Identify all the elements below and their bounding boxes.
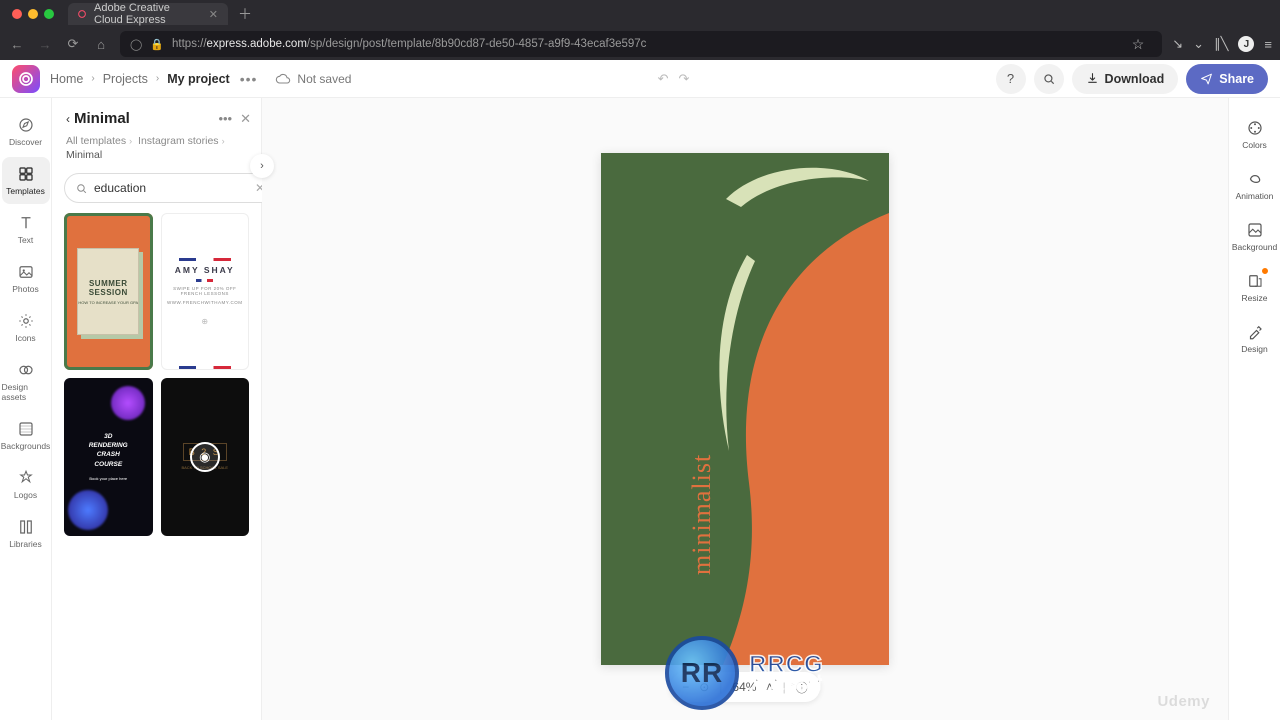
tab-bar: Adobe Creative Cloud Express ✕ ＋ [0, 0, 1280, 28]
search-input[interactable]: ✕ [64, 173, 276, 203]
notification-dot-icon [1261, 267, 1269, 275]
zoom-info-icon[interactable]: ⓘ [796, 679, 808, 696]
more-options-icon[interactable]: ••• [240, 71, 258, 87]
help-button[interactable]: ? [996, 64, 1026, 94]
crumb-all[interactable]: All templates [66, 135, 126, 147]
template-card[interactable]: 3D RENDERING CRASH COURSE Book your plac… [64, 378, 153, 535]
search-icon [75, 182, 88, 195]
share-icon [1200, 72, 1213, 85]
panel-close-icon[interactable]: ✕ [240, 111, 251, 127]
rail-backgrounds[interactable]: Backgrounds [2, 412, 50, 459]
tab-title: Adobe Creative Cloud Express [94, 2, 195, 26]
rail-design-assets[interactable]: Design assets [2, 353, 50, 410]
rail-photos[interactable]: Photos [2, 255, 50, 302]
crumb-current: Minimal [66, 149, 247, 161]
profile-avatar[interactable]: J [1238, 36, 1254, 52]
redo-button[interactable]: ↷ [679, 71, 690, 87]
rail-templates[interactable]: Templates [2, 157, 50, 204]
tab-close-icon[interactable]: ✕ [209, 8, 218, 21]
rr-resize[interactable]: Resize [1231, 263, 1279, 312]
rail-icons[interactable]: Icons [2, 304, 50, 351]
forward-button[interactable]: → [36, 37, 54, 52]
panel-breadcrumb: All templates› Instagram stories› Minima… [52, 133, 261, 163]
collapse-panel-button[interactable]: › [250, 154, 274, 178]
app-logo[interactable] [12, 65, 40, 93]
undo-redo: ↶ ↷ [658, 71, 690, 87]
minimize-window-icon[interactable] [28, 9, 38, 19]
preview-icon[interactable]: ◉ [190, 442, 220, 472]
home-button[interactable]: ⌂ [92, 37, 110, 52]
panel-back-icon[interactable]: ‹ [66, 112, 70, 126]
brush-stroke [711, 253, 759, 453]
rail-text[interactable]: Text [2, 206, 50, 253]
menu-icon[interactable]: ≡ [1264, 37, 1272, 52]
toolbar-right: ↘ ⌄ ∥╲ J ≡ [1172, 36, 1272, 52]
app: Home › Projects › My project ••• Not sav… [0, 60, 1280, 720]
crumb-ig[interactable]: Instagram stories [138, 135, 219, 147]
maximize-window-icon[interactable] [44, 9, 54, 19]
download-label: Download [1105, 72, 1165, 86]
cloud-icon [275, 71, 291, 87]
zoom-controls: − ⊙ | 64% ᐱ | ⓘ [670, 672, 820, 702]
tab-favicon-icon [78, 8, 86, 20]
right-rail: Colors Animation Background Resize Desig… [1228, 98, 1280, 720]
shield-icon[interactable]: ◯ [130, 38, 142, 51]
chevron-right-icon: › [156, 73, 159, 84]
main: Discover Templates Text Photos Icons Des… [0, 98, 1280, 720]
app-header: Home › Projects › My project ••• Not sav… [0, 60, 1280, 98]
breadcrumb-home[interactable]: Home [50, 72, 83, 86]
share-label: Share [1219, 72, 1254, 86]
template-card[interactable]: AMY SHAY SWIPE UP FOR 20% OFF FRENCH LES… [161, 213, 250, 370]
chevron-right-icon: › [91, 73, 94, 84]
panel-more-icon[interactable]: ••• [218, 111, 232, 126]
bookmark-icon[interactable]: ☆ [1132, 36, 1145, 53]
zoom-chevron-icon[interactable]: ᐱ [766, 682, 772, 693]
left-rail: Discover Templates Text Photos Icons Des… [0, 98, 52, 720]
save-status-text: Not saved [297, 72, 351, 86]
udemy-watermark: Udemy [1157, 693, 1210, 710]
find-button[interactable] [1034, 64, 1064, 94]
library-icon[interactable]: ∥╲ [1214, 36, 1228, 52]
url-text: https://express.adobe.com/sp/design/post… [172, 38, 1124, 50]
rr-background[interactable]: Background [1231, 212, 1279, 261]
download-button[interactable]: Download [1072, 64, 1179, 94]
artboard[interactable]: minimalist [601, 153, 889, 665]
share-button[interactable]: Share [1186, 64, 1268, 94]
canvas-area[interactable]: minimalist − ⊙ | 64% ᐱ | ⓘ RR RRCG 人人素材 … [262, 98, 1228, 720]
rail-logos[interactable]: Logos [2, 461, 50, 508]
template-card[interactable]: B 2 S BACK TO SCHOOL SALE ◉ [161, 378, 250, 535]
templates-panel: › ‹ Minimal ••• ✕ All templates› Instagr… [52, 98, 262, 720]
rail-discover[interactable]: Discover [2, 108, 50, 155]
zoom-out-button[interactable]: − [682, 680, 689, 694]
download-icon [1086, 72, 1099, 85]
rail-libraries[interactable]: Libraries [2, 510, 50, 557]
template-card[interactable]: SUMMER SESSION HOW TO INCREASE YOUR GPA [64, 213, 153, 370]
undo-button[interactable]: ↶ [658, 71, 669, 87]
pocket-icon[interactable]: ⌄ [1193, 36, 1204, 52]
save-status: Not saved [275, 71, 351, 87]
extension-icon[interactable]: ↘ [1172, 36, 1183, 52]
window-controls[interactable] [12, 9, 54, 19]
breadcrumb-current[interactable]: My project [167, 72, 230, 86]
rr-design[interactable]: Design [1231, 314, 1279, 363]
brush-stroke [721, 159, 871, 215]
reload-button[interactable]: ⟳ [64, 36, 82, 52]
close-window-icon[interactable] [12, 9, 22, 19]
breadcrumb: Home › Projects › My project [50, 72, 230, 86]
url-field[interactable]: ◯ 🔒 https://express.adobe.com/sp/design/… [120, 31, 1162, 57]
breadcrumb-projects[interactable]: Projects [103, 72, 148, 86]
zoom-value[interactable]: 64% [732, 680, 756, 694]
panel-title: Minimal [74, 110, 218, 127]
new-tab-button[interactable]: ＋ [238, 4, 252, 24]
rr-animation[interactable]: Animation [1231, 161, 1279, 210]
search-field[interactable] [94, 181, 249, 195]
zoom-fit-button[interactable]: ⊙ [699, 680, 709, 694]
lock-icon[interactable]: 🔒 [150, 38, 164, 51]
rr-colors[interactable]: Colors [1231, 110, 1279, 159]
browser-tab[interactable]: Adobe Creative Cloud Express ✕ [68, 3, 228, 25]
address-bar: ← → ⟳ ⌂ ◯ 🔒 https://express.adobe.com/sp… [0, 28, 1280, 60]
back-button[interactable]: ← [8, 37, 26, 52]
browser-chrome: Adobe Creative Cloud Express ✕ ＋ ← → ⟳ ⌂… [0, 0, 1280, 60]
canvas-text[interactable]: minimalist [687, 454, 717, 575]
